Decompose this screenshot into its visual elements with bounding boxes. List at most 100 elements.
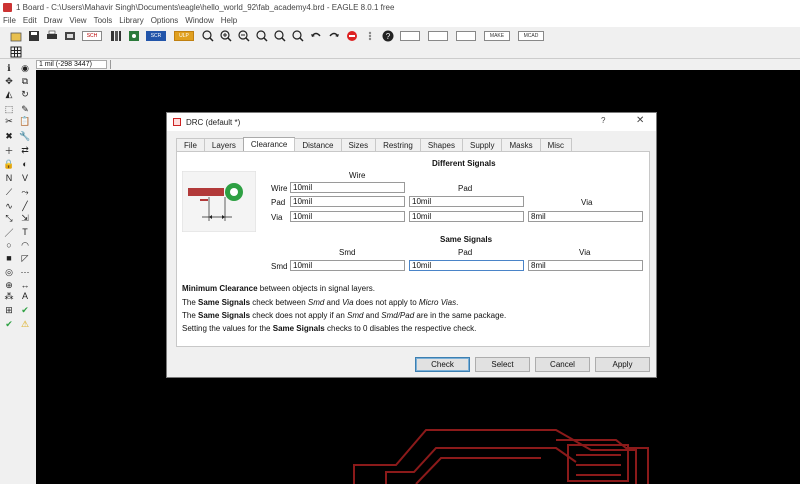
replace-icon[interactable]: ⇄ [19,144,31,156]
tab-file[interactable]: File [176,138,205,152]
select-button[interactable]: Select [475,357,530,372]
help-icon[interactable]: ? [382,30,394,42]
wrench-icon[interactable]: 🔧 [19,130,31,142]
smd-via-field[interactable]: 8mil [528,260,643,271]
rotate-icon[interactable]: ↻ [19,88,31,100]
redo-icon[interactable] [328,30,340,42]
move-icon[interactable]: ✥ [3,75,15,87]
change-icon[interactable]: ✎ [19,103,31,115]
cut-icon[interactable]: ✂ [3,115,15,127]
via-icon[interactable]: ◎ [3,266,15,278]
zoom-in-icon[interactable] [220,30,232,42]
fusion-push-icon[interactable] [428,31,448,41]
menu-file[interactable]: File [3,16,16,25]
stop-icon[interactable] [346,30,358,42]
smash-icon[interactable]: ◐ [19,158,31,170]
circle-icon[interactable]: ○ [3,239,15,251]
errors-icon[interactable]: ⚠ [19,318,31,330]
smd-pad-field[interactable]: 10mil [409,260,524,271]
menu-edit[interactable]: Edit [23,16,37,25]
delete-icon[interactable]: ✖ [3,130,15,142]
tab-shapes[interactable]: Shapes [419,138,463,152]
optimize-icon[interactable]: ⤳ [19,186,31,198]
apply-button[interactable]: Apply [595,357,650,372]
lbr-icon[interactable] [110,30,122,42]
grid-icon[interactable] [10,46,22,58]
menu-view[interactable]: View [69,16,86,25]
group-icon[interactable]: ⬚ [3,103,15,115]
board-icon[interactable] [128,30,140,42]
mark-icon[interactable]: A [19,290,31,302]
zoom-last-icon[interactable] [274,30,286,42]
show-icon[interactable]: ◉ [19,62,31,74]
erc-icon[interactable]: ✔ [19,304,31,316]
ulp-icon[interactable]: ULP [174,31,194,41]
polygon-icon[interactable]: ◸ [19,252,31,264]
via-via-field[interactable]: 8mil [528,211,643,222]
attribute-icon[interactable]: ⁂ [3,290,15,302]
scr-icon[interactable]: SCR [146,31,166,41]
meander-icon[interactable]: ∿ [3,200,15,212]
open-icon[interactable] [10,30,22,42]
arc-icon[interactable]: ◠ [19,239,31,251]
zoom-select-icon[interactable] [256,30,268,42]
menu-options[interactable]: Options [151,16,179,25]
menu-window[interactable]: Window [185,16,213,25]
dialog-help-button[interactable]: ? [601,116,605,125]
value-icon[interactable]: V [19,172,31,184]
tab-clearance[interactable]: Clearance [242,137,296,152]
pad-pad-field[interactable]: 10mil [409,196,524,207]
lock-icon[interactable]: 🔒 [3,158,15,170]
tab-sizes[interactable]: Sizes [340,138,377,152]
cam-icon[interactable] [64,30,76,42]
fusion-pull-icon[interactable] [456,31,476,41]
row-via-label: Via [271,213,283,222]
check-button[interactable]: Check [415,357,470,372]
go-icon[interactable] [364,30,376,42]
mirror-icon[interactable]: ◭ [3,88,15,100]
tab-supply[interactable]: Supply [462,138,503,152]
add-icon[interactable]: ＋ [3,144,15,156]
tab-masks[interactable]: Masks [501,138,541,152]
make-icon[interactable]: MAKE [484,31,510,41]
menu-draw[interactable]: Draw [44,16,63,25]
menu-library[interactable]: Library [119,16,143,25]
ratsnest-icon[interactable]: ⊞ [3,304,15,316]
cancel-button[interactable]: Cancel [535,357,590,372]
menu-help[interactable]: Help [221,16,237,25]
signal-icon[interactable]: ⋯ [19,266,31,278]
ripup-icon[interactable]: ⤡ [3,212,15,224]
smd-smd-field[interactable]: 10mil [290,260,405,271]
autoroute-icon[interactable]: ⇲ [19,212,31,224]
info-icon[interactable]: ℹ [3,62,15,74]
undo-icon[interactable] [310,30,322,42]
redraw-icon[interactable] [292,30,304,42]
drc-icon[interactable]: ✔ [3,318,15,330]
pad-wire-field[interactable]: 10mil [290,196,405,207]
fusion-sync-icon[interactable] [400,31,420,41]
wire-wire-field[interactable]: 10mil [290,182,405,193]
copy-icon[interactable]: ⧉ [19,75,31,87]
menu-tools[interactable]: Tools [94,16,113,25]
tab-layers[interactable]: Layers [203,138,244,152]
wire-icon[interactable]: ／ [3,226,15,238]
text-icon[interactable]: T [19,226,31,238]
name-icon[interactable]: N [3,172,15,184]
split-icon[interactable]: ⟋ [3,186,15,198]
tab-restring[interactable]: Restring [375,138,421,152]
dialog-close-icon[interactable]: ✕ [636,115,644,126]
sch-icon[interactable]: SCH [82,31,102,41]
tab-distance[interactable]: Distance [294,138,342,152]
rect-icon[interactable]: ■ [3,252,15,264]
tab-misc[interactable]: Misc [539,138,573,152]
via-pad-field[interactable]: 10mil [409,211,524,222]
zoom-fit-icon[interactable] [202,30,214,42]
save-icon[interactable] [28,30,40,42]
route-icon[interactable]: ╱ [19,200,31,212]
zoom-out-icon[interactable] [238,30,250,42]
print-icon[interactable] [46,30,58,42]
paste-icon[interactable]: 📋 [19,115,31,127]
mcad-icon[interactable]: MCAD [518,31,544,41]
row-smd-label: Smd [271,262,288,271]
via-wire-field[interactable]: 10mil [290,211,405,222]
